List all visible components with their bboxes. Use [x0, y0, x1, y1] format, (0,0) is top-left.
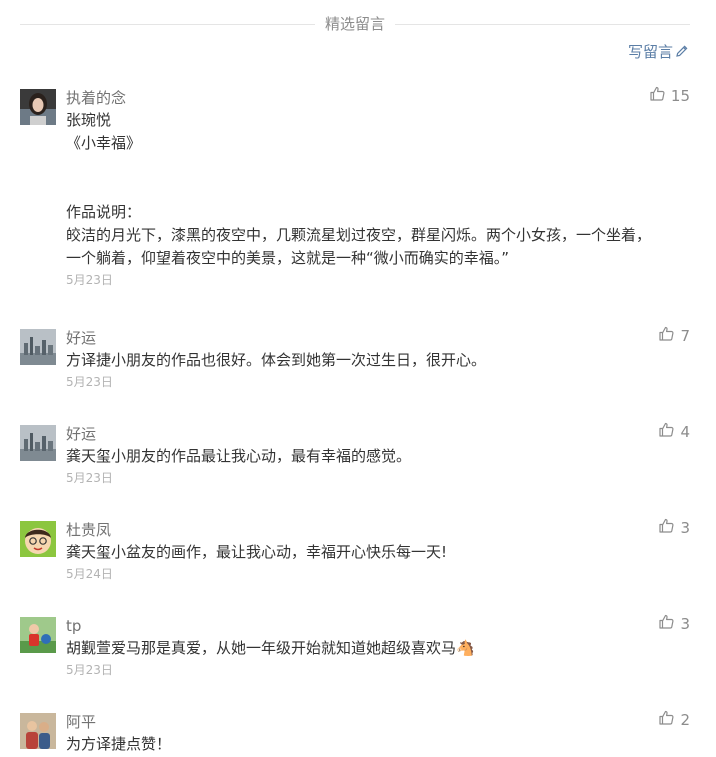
avatar[interactable]: [20, 329, 56, 365]
thumbs-up-icon: [659, 614, 680, 634]
comment-line: 胡觐萱爱马那是真爱，从她一年级开始就知道她超级喜欢马🐴: [66, 639, 475, 657]
comment-body: 执着的念 张琬悦 《小幸福》 作品说明： 皎洁的月光下，漆黑的夜空中，几颗流星划…: [66, 87, 690, 290]
girl-portrait-avatar-icon: [20, 89, 56, 125]
like-count: 3: [680, 615, 690, 633]
avatar[interactable]: [20, 89, 56, 125]
outdoor-photo-avatar-icon: [20, 617, 56, 653]
comment-line: 龚天玺小盆友的画作，最让我心动，幸福开心快乐每一天!: [66, 543, 448, 561]
city-skyline-avatar-icon: [20, 425, 56, 461]
section-header: 精选留言: [20, 12, 690, 36]
comment-date: 5月23日: [66, 471, 113, 485]
comment-date: 5月24日: [66, 567, 113, 581]
comment-content: 龚天玺小盆友的画作，最让我心动，幸福开心快乐每一天!: [66, 541, 690, 564]
comment-content: 张琬悦 《小幸福》 作品说明： 皎洁的月光下，漆黑的夜空中，几颗流星划过夜空，群…: [66, 109, 690, 270]
thumbs-up-icon: [650, 86, 671, 106]
comment-content: 方译捷小朋友的作品也很好。体会到她第一次过生日，很开心。: [66, 349, 690, 372]
avatar[interactable]: [20, 713, 56, 749]
avatar[interactable]: [20, 617, 56, 653]
comment-body: 好运 龚天玺小朋友的作品最让我心动，最有幸福的感觉。 5月23日: [66, 423, 690, 488]
comment-content: 胡觐萱爱马那是真爱，从她一年级开始就知道她超级喜欢马🐴: [66, 637, 690, 660]
section-title: 精选留言: [314, 14, 396, 34]
comment-body: 好运 方译捷小朋友的作品也很好。体会到她第一次过生日，很开心。 5月23日: [66, 327, 690, 392]
comment-date: 5月23日: [66, 273, 113, 287]
comment-line: 为方译捷点赞！: [66, 735, 172, 753]
avatar[interactable]: [20, 521, 56, 557]
comment-line: [66, 178, 690, 201]
like-button[interactable]: 2: [659, 710, 690, 730]
cartoon-face-avatar-icon: [20, 521, 56, 557]
comment-nickname[interactable]: 阿平: [66, 711, 690, 733]
comment-body: tp 胡觐萱爱马那是真爱，从她一年级开始就知道她超级喜欢马🐴 5月23日: [66, 615, 690, 680]
comment-line: 《小幸福》: [66, 134, 142, 152]
comment-line: 皎洁的月光下，漆黑的夜空中，几颗流星划过夜空，群星闪烁。两个小女孩，一个坐着，一…: [66, 226, 652, 267]
thumbs-up-icon: [659, 710, 680, 730]
people-photo-avatar-icon: [20, 713, 56, 749]
like-button[interactable]: 3: [659, 518, 690, 538]
pencil-icon: [673, 41, 688, 63]
thumbs-up-icon: [659, 422, 680, 442]
comment-body: 阿平 为方译捷点赞！: [66, 711, 690, 756]
comment-body: 杜贵凤 龚天玺小盆友的画作，最让我心动，幸福开心快乐每一天! 5月24日: [66, 519, 690, 584]
comment-date: 5月23日: [66, 375, 113, 389]
write-comment-label: 写留言: [627, 43, 673, 61]
comment-nickname[interactable]: 杜贵凤: [66, 519, 690, 541]
comment-line: 方译捷小朋友的作品也很好。体会到她第一次过生日，很开心。: [66, 351, 487, 369]
comment-line: [66, 155, 690, 178]
city-skyline-avatar-icon: [20, 329, 56, 365]
comment-line: 作品说明：: [66, 203, 142, 221]
comment-line: 张琬悦: [66, 111, 112, 129]
like-button[interactable]: 7: [659, 326, 690, 346]
comment-content: 龚天玺小朋友的作品最让我心动，最有幸福的感觉。: [66, 445, 690, 468]
like-button[interactable]: 15: [650, 86, 690, 106]
write-comment-button[interactable]: 写留言: [628, 41, 688, 63]
like-count: 15: [670, 87, 690, 105]
like-count: 7: [680, 327, 690, 345]
comment-nickname[interactable]: 好运: [66, 327, 690, 349]
like-button[interactable]: 3: [659, 614, 690, 634]
like-button[interactable]: 4: [659, 422, 690, 442]
comment-date: 5月23日: [66, 663, 113, 677]
avatar[interactable]: [20, 425, 56, 461]
comment-line: 龚天玺小朋友的作品最让我心动，最有幸福的感觉。: [66, 447, 412, 465]
like-count: 4: [680, 423, 690, 441]
comment-content: 为方译捷点赞！: [66, 733, 690, 756]
comment-nickname[interactable]: 好运: [66, 423, 690, 445]
comment-nickname[interactable]: 执着的念: [66, 87, 690, 109]
comment-nickname[interactable]: tp: [66, 615, 690, 637]
thumbs-up-icon: [659, 518, 680, 538]
like-count: 3: [680, 519, 690, 537]
thumbs-up-icon: [659, 326, 680, 346]
like-count: 2: [680, 711, 690, 729]
